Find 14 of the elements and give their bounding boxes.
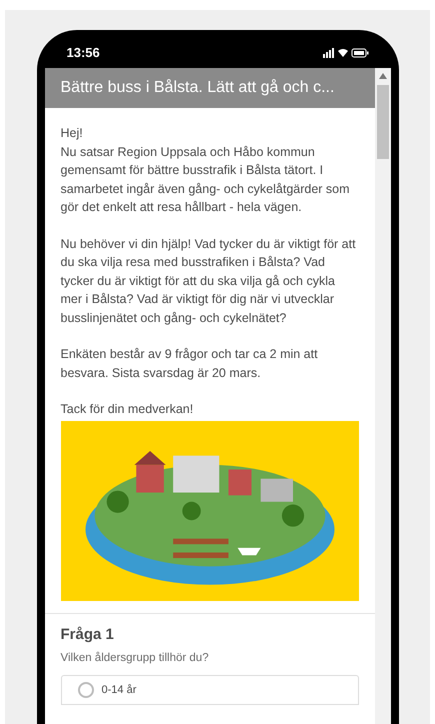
- survey-title: Bättre buss i Bålsta. Lätt att gå och c...: [60, 78, 334, 98]
- answer-option[interactable]: 0-14 år: [60, 675, 358, 706]
- intro-paragraph: Tack för din medverkan!: [60, 401, 194, 418]
- intro-paragraph: Hej! Nu satsar Region Uppsala och Håbo kommun gemensamt för bättre busstrafik i Bålsta tätort. I samarbetet ingår även gång- och cykelåtgärder som gör det enkelt att resa hållbart - hela vägen.: [60, 125, 351, 216]
- status-icons: [322, 48, 368, 58]
- status-time: 13:56: [66, 44, 100, 62]
- scrollbar-thumb[interactable]: [376, 85, 388, 159]
- intro-paragraph: Enkäten består av 9 frågor och tar ca 2 min att besvara. Sista svarsdag är 20 mars.: [60, 346, 319, 382]
- intro-paragraph: Nu behöver vi din hjälp! Vad tycker du är viktigt för att du ska vilja resa med busstrafiken i Bålsta? Vad tycker du är viktigt för att du ska vilja gå och cykla mer i Bålsta? Vad är viktigt för dig när vi utvecklar busslinjenätet och gång- och cykelnätet?: [60, 236, 357, 327]
- option-label: 0-14 år: [102, 683, 136, 698]
- radio-button[interactable]: [78, 682, 94, 698]
- question-text: Vilken åldersgrupp tillhör du?: [60, 650, 210, 666]
- scroll-up-icon[interactable]: [378, 73, 386, 79]
- question-title: Fråga 1: [60, 624, 115, 644]
